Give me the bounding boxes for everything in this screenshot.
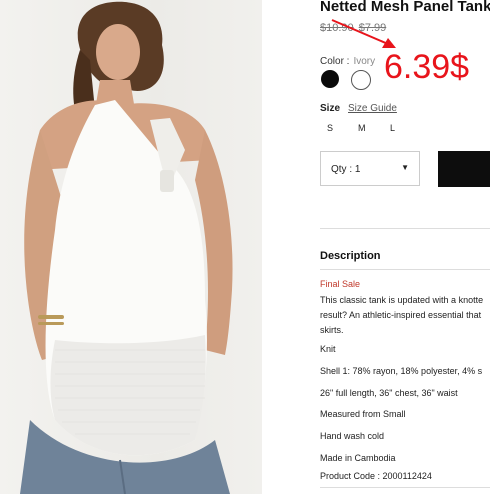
detail-content: Shell 1: 78% rayon, 18% polyester, 4% s: [320, 366, 483, 376]
description-line: This classic tank is updated with a knot…: [320, 295, 484, 305]
divider: [320, 487, 490, 488]
color-label-row: Color : Ivory: [320, 56, 375, 67]
product-title: Netted Mesh Panel Tank: [320, 0, 490, 15]
description-heading: Description: [320, 250, 381, 262]
detail-measured-from: Measured from Small: [320, 409, 406, 419]
caret-down-icon: ▼: [401, 163, 409, 172]
color-swatch-black[interactable]: [321, 70, 339, 88]
quantity-select[interactable]: Qty : 1 ▼: [320, 151, 420, 186]
size-option-s[interactable]: S: [327, 123, 333, 133]
description-body: This classic tank is updated with a knot…: [320, 293, 490, 338]
product-photo: [0, 0, 262, 494]
size-guide-link[interactable]: Size Guide: [348, 103, 397, 114]
size-option-l[interactable]: L: [390, 123, 395, 133]
detail-product-code: Product Code : 2000112424: [320, 471, 432, 481]
size-label: Size: [320, 103, 341, 114]
size-option-m[interactable]: M: [358, 123, 366, 133]
color-label: Color :: [320, 56, 350, 67]
divider: [320, 228, 490, 229]
add-to-bag-button[interactable]: [438, 151, 490, 187]
description-line: result? An athletic-inspired essential t…: [320, 310, 482, 320]
detail-fabric: Knit: [320, 344, 336, 354]
divider: [320, 269, 490, 270]
quantity-value: Qty : 1: [331, 164, 361, 175]
detail-care: Hand wash cold: [320, 431, 385, 441]
selected-color-name: Ivory: [353, 56, 376, 67]
color-swatch-ivory[interactable]: [351, 70, 371, 90]
final-sale-label: Final Sale: [320, 279, 361, 289]
detail-measurements: 26" full length, 36" chest, 36" waist: [320, 388, 458, 398]
detail-origin: Made in Cambodia: [320, 453, 396, 463]
description-line: skirts.: [320, 325, 344, 335]
annotation-arrow-icon: [331, 19, 396, 48]
annotated-price: 6.39$: [384, 48, 470, 86]
